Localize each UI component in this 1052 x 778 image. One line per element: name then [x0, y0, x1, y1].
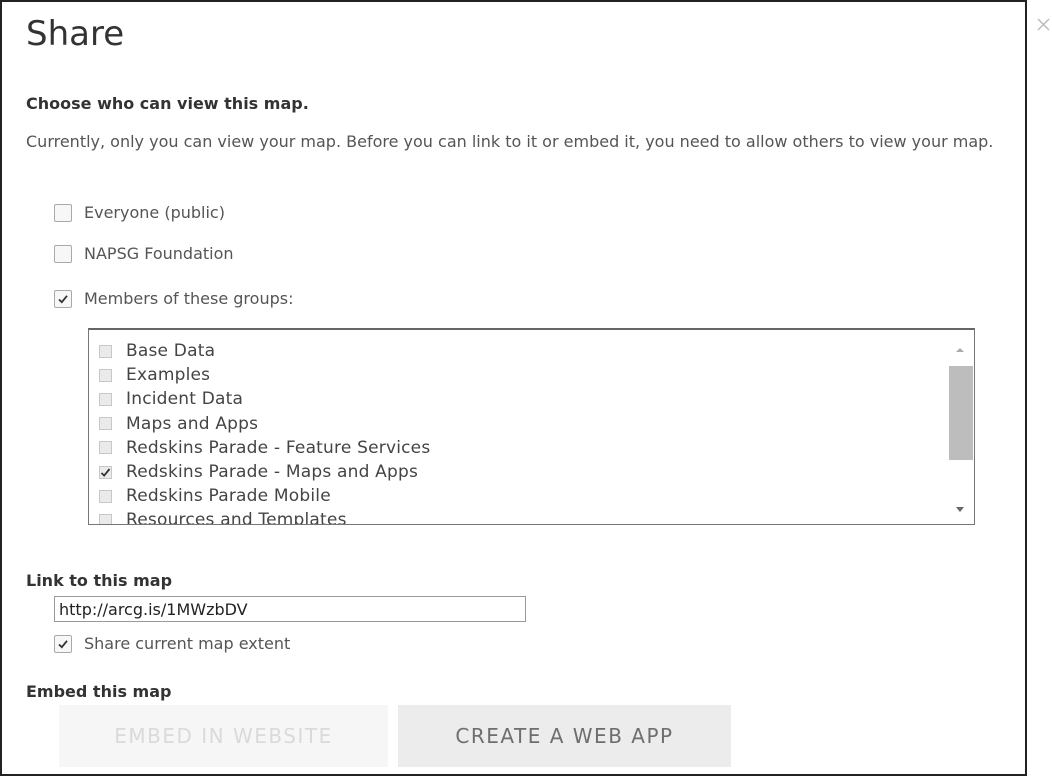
option-organization[interactable]: NAPSG Foundation [54, 244, 234, 263]
group-item[interactable]: Incident Data [99, 387, 430, 411]
everyone-label: Everyone (public) [84, 203, 225, 222]
organization-checkbox[interactable] [54, 244, 72, 263]
dialog-title: Share [26, 14, 125, 54]
group-label: Examples [126, 365, 211, 386]
group-item[interactable]: Redskins Parade - Feature Services [99, 436, 430, 460]
group-checkbox[interactable] [99, 489, 112, 503]
group-label: Base Data [126, 341, 216, 362]
embed-in-website-button[interactable]: EMBED IN WEBSITE [59, 705, 388, 767]
group-item[interactable]: Examples [99, 363, 430, 387]
group-label: Resources and Templates [126, 510, 347, 525]
group-item[interactable]: Redskins Parade Mobile [99, 484, 430, 508]
scroll-down-arrow-icon[interactable] [956, 507, 964, 512]
groups-label: Members of these groups: [84, 289, 294, 308]
choose-viewers-heading: Choose who can view this map. [26, 94, 309, 113]
group-item[interactable]: Resources and Templates [99, 508, 430, 525]
group-checkbox[interactable] [99, 441, 112, 455]
group-checkbox[interactable] [99, 392, 112, 406]
group-item[interactable]: Maps and Apps [99, 412, 430, 436]
everyone-checkbox[interactable] [54, 203, 72, 222]
embed-heading: Embed this map [26, 682, 172, 701]
option-everyone[interactable]: Everyone (public) [54, 203, 225, 222]
group-label: Incident Data [126, 389, 244, 410]
groups-listbox[interactable]: Base Data Examples Incident Data Maps an… [88, 328, 975, 525]
group-item[interactable]: Base Data [99, 339, 430, 363]
check-icon [58, 294, 68, 304]
group-checkbox[interactable] [99, 368, 112, 382]
share-extent-label: Share current map extent [84, 634, 291, 653]
option-share-extent[interactable]: Share current map extent [54, 634, 290, 653]
group-checkbox[interactable] [99, 344, 112, 358]
groups-scrollbar[interactable] [947, 334, 973, 522]
group-item[interactable]: Redskins Parade - Maps and Apps [99, 460, 430, 484]
link-heading: Link to this map [26, 571, 173, 590]
groups-checkbox[interactable] [54, 289, 72, 308]
group-checkbox[interactable] [99, 513, 112, 524]
check-icon [58, 639, 68, 649]
close-icon[interactable] [1037, 18, 1051, 38]
organization-label: NAPSG Foundation [84, 244, 234, 263]
group-label: Redskins Parade Mobile [126, 486, 331, 507]
group-label: Redskins Parade - Feature Services [126, 437, 431, 458]
check-icon [100, 467, 111, 477]
option-groups[interactable]: Members of these groups: [54, 289, 293, 308]
group-label: Redskins Parade - Maps and Apps [126, 462, 419, 483]
share-extent-checkbox[interactable] [54, 634, 72, 653]
scroll-thumb[interactable] [949, 366, 973, 460]
sharing-description: Currently, only you can view your map. B… [26, 132, 994, 151]
share-dialog: Share Choose who can view this map. Curr… [0, 0, 1027, 776]
group-label: Maps and Apps [126, 413, 259, 434]
create-web-app-button[interactable]: CREATE A WEB APP [398, 705, 731, 767]
group-checkbox[interactable] [99, 417, 112, 431]
scroll-up-arrow-icon[interactable] [956, 348, 964, 352]
group-checkbox[interactable] [99, 465, 112, 479]
map-link-input[interactable] [54, 596, 526, 622]
